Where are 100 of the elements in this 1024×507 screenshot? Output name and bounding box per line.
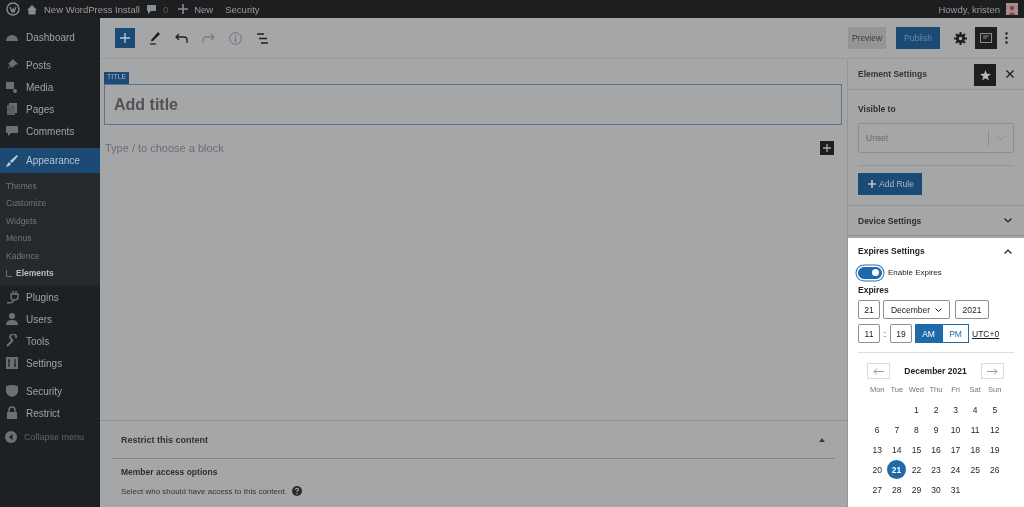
calendar-day[interactable]: 4 bbox=[965, 400, 985, 420]
calendar-day[interactable]: 9 bbox=[926, 420, 946, 440]
hour-field[interactable]: 11 bbox=[858, 324, 880, 343]
menu-item[interactable]: Settings bbox=[0, 352, 100, 374]
close-icon[interactable] bbox=[1006, 70, 1014, 78]
timezone-link[interactable]: UTC+0 bbox=[972, 328, 1000, 339]
calendar-day[interactable]: 28 bbox=[887, 480, 907, 500]
calendar-day[interactable]: 26 bbox=[985, 460, 1005, 480]
toggle-label: Enable Expires bbox=[888, 268, 942, 277]
plus-icon bbox=[868, 180, 876, 188]
calendar-day[interactable]: 17 bbox=[945, 440, 966, 460]
calendar-day[interactable]: 12 bbox=[985, 420, 1005, 440]
minute-field[interactable]: 19 bbox=[890, 324, 912, 343]
calendar-day[interactable]: 15 bbox=[906, 440, 927, 460]
menu-item[interactable]: Plugins bbox=[0, 286, 100, 308]
user-icon bbox=[5, 312, 19, 326]
calendar-day[interactable]: 11 bbox=[965, 420, 985, 440]
favorite-button[interactable] bbox=[974, 64, 996, 86]
menu-item[interactable]: Security bbox=[0, 380, 100, 402]
calendar-day[interactable]: 2 bbox=[926, 400, 946, 420]
brush-icon bbox=[5, 153, 19, 168]
calendar-day[interactable]: 3 bbox=[945, 400, 966, 420]
undo-icon[interactable] bbox=[175, 33, 188, 43]
add-rule-button[interactable]: Add Rule bbox=[858, 173, 922, 195]
menu-item[interactable]: Pages bbox=[0, 98, 100, 120]
collapse-arrow-icon[interactable] bbox=[819, 437, 825, 442]
expires-settings-header[interactable]: Expires Settings bbox=[858, 246, 925, 256]
bubble-icon bbox=[5, 124, 19, 138]
calendar-day[interactable]: 19 bbox=[985, 440, 1005, 460]
site-name-link[interactable]: New WordPress Install bbox=[44, 3, 140, 15]
calendar-day[interactable]: 13 bbox=[867, 440, 887, 460]
calendar-day[interactable]: 29 bbox=[906, 480, 927, 500]
calendar-day[interactable]: 18 bbox=[965, 440, 985, 460]
menu-item[interactable]: Tools bbox=[0, 330, 100, 352]
lock-icon bbox=[5, 406, 19, 420]
list-view-icon[interactable] bbox=[256, 32, 269, 44]
pages-icon bbox=[5, 102, 19, 116]
comment-icon bbox=[145, 3, 157, 15]
calendar-day[interactable]: 23 bbox=[926, 460, 946, 480]
home-icon bbox=[26, 3, 38, 15]
menu-item[interactable]: Users bbox=[0, 308, 100, 330]
branch-icon bbox=[6, 269, 12, 277]
calendar-day[interactable]: 27 bbox=[867, 480, 887, 500]
enable-expires-toggle[interactable] bbox=[858, 266, 882, 279]
plus-icon bbox=[120, 33, 130, 43]
chevron-down-icon[interactable] bbox=[1004, 218, 1012, 223]
submenu-item[interactable]: Elements bbox=[0, 264, 100, 282]
shield-icon bbox=[5, 384, 19, 398]
calendar-day[interactable]: 24 bbox=[945, 460, 966, 480]
title-field[interactable]: Add title bbox=[104, 84, 842, 125]
device-settings-header[interactable]: Device Settings bbox=[858, 215, 922, 226]
more-options-icon[interactable] bbox=[1005, 32, 1008, 44]
next-month-button[interactable] bbox=[981, 363, 1004, 379]
month-select[interactable]: December bbox=[883, 300, 950, 319]
calendar-day[interactable]: 31 bbox=[945, 480, 966, 500]
calendar-day[interactable]: 30 bbox=[926, 480, 946, 500]
calendar-day[interactable]: 1 bbox=[906, 400, 927, 420]
menu-item[interactable]: Restrict bbox=[0, 402, 100, 424]
previous-month-button[interactable] bbox=[867, 363, 890, 379]
greeting-link[interactable]: Howdy, kristen bbox=[938, 3, 1000, 15]
pin-icon bbox=[5, 58, 19, 72]
chevron-up-icon[interactable] bbox=[1004, 248, 1012, 254]
pm-button[interactable]: PM bbox=[942, 324, 969, 343]
visible-to-label: Visible to bbox=[858, 104, 897, 114]
menu-item[interactable]: Media bbox=[0, 76, 100, 98]
calendar-day[interactable]: 20 bbox=[867, 460, 887, 480]
time-separator: : bbox=[883, 328, 887, 339]
year-field[interactable]: 2021 bbox=[955, 300, 989, 319]
day-field[interactable]: 21 bbox=[858, 300, 880, 319]
metabox-title: Restrict this content bbox=[121, 434, 208, 445]
am-button[interactable]: AM bbox=[915, 324, 942, 343]
calendar-day[interactable]: 21 bbox=[887, 460, 906, 479]
new-link[interactable]: New bbox=[194, 3, 214, 15]
calendar-day[interactable]: 8 bbox=[906, 420, 927, 440]
calendar-day[interactable]: 7 bbox=[887, 420, 907, 440]
calendar-day[interactable]: 22 bbox=[906, 460, 927, 480]
menu-item[interactable]: Posts bbox=[0, 54, 100, 76]
panel-title: Element Settings bbox=[858, 69, 928, 79]
add-block-button[interactable] bbox=[115, 28, 135, 48]
security-link[interactable]: Security bbox=[225, 3, 260, 15]
help-icon[interactable] bbox=[291, 486, 302, 496]
calendar-day[interactable]: 16 bbox=[926, 440, 946, 460]
menu-item[interactable]: Dashboard bbox=[0, 26, 100, 48]
preview-button[interactable]: Preview bbox=[847, 27, 887, 49]
star-icon bbox=[979, 69, 991, 81]
menu-item[interactable]: Comments bbox=[0, 120, 100, 142]
pencil-icon[interactable] bbox=[149, 31, 161, 45]
calendar-month-title: December 2021 bbox=[904, 366, 967, 376]
calendar-day[interactable]: 6 bbox=[867, 420, 887, 440]
calendar-day[interactable]: 5 bbox=[985, 400, 1005, 420]
sidebar-toggle-button[interactable] bbox=[975, 27, 997, 49]
chevron-down-icon bbox=[935, 307, 943, 312]
add-block-button[interactable] bbox=[820, 141, 834, 155]
settings-icon[interactable] bbox=[954, 31, 967, 45]
plus-icon bbox=[178, 4, 189, 14]
calendar-day[interactable]: 25 bbox=[965, 460, 985, 480]
calendar-day[interactable]: 14 bbox=[887, 440, 907, 460]
arrow-right-icon bbox=[986, 367, 999, 375]
menu-item[interactable]: Appearance bbox=[0, 148, 100, 173]
calendar-day[interactable]: 10 bbox=[945, 420, 966, 440]
